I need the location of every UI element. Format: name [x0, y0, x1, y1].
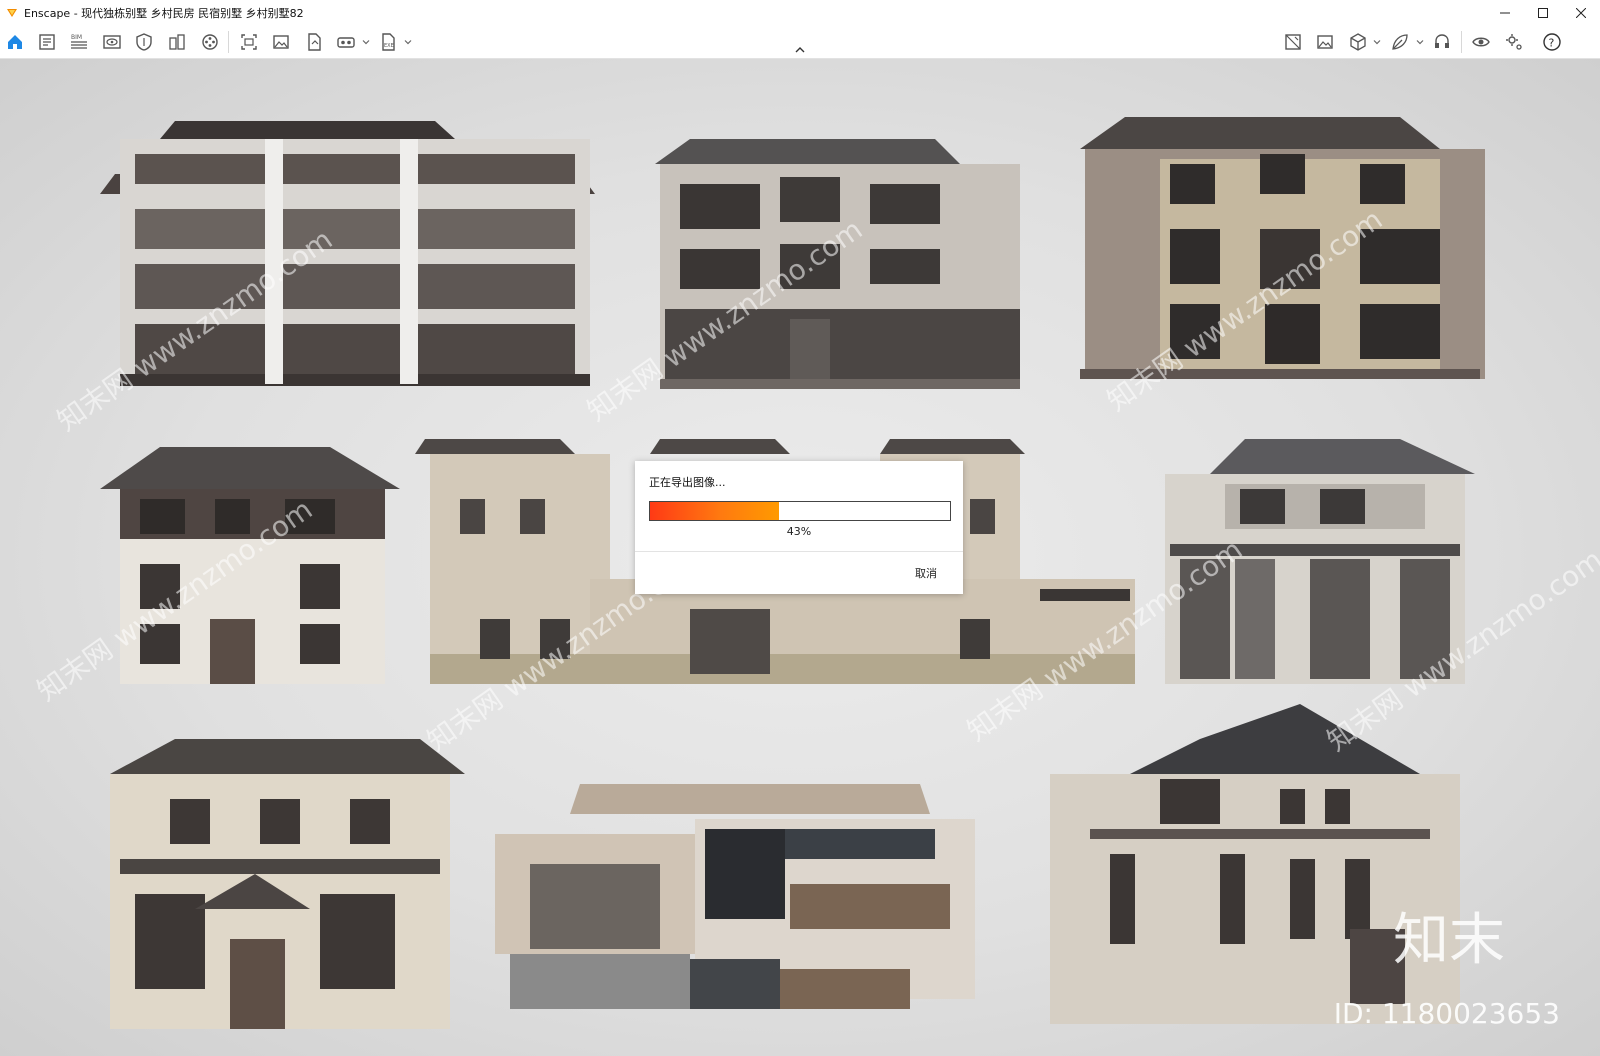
title-bar: Enscape - 现代独栋别墅 乡村民房 民宿别墅 乡村别墅82	[0, 0, 1600, 25]
maximize-icon	[1538, 7, 1548, 18]
buildings-button[interactable]	[166, 31, 188, 53]
window-controls	[1486, 0, 1600, 25]
svg-text:?: ?	[1549, 37, 1555, 50]
views-button[interactable]	[101, 31, 123, 53]
material-editor-button[interactable]	[1389, 31, 1411, 53]
bim-button[interactable]: BIM	[68, 31, 90, 53]
svg-text:BIM: BIM	[71, 34, 82, 41]
visibility-button[interactable]	[1470, 31, 1492, 53]
image-id: ID: 1180023653	[1333, 997, 1560, 1030]
asset-library-button[interactable]	[1282, 31, 1304, 53]
dialog-title: 正在导出图像...	[649, 476, 726, 489]
export-progress-dialog: 正在导出图像... 43% 取消	[635, 461, 963, 594]
image-icon	[273, 35, 289, 49]
video-editor-button[interactable]	[199, 31, 221, 53]
cube-icon	[1350, 33, 1366, 51]
export-file-icon	[308, 33, 321, 51]
help-icon: ?	[1543, 33, 1561, 51]
atmosphere-button[interactable]	[1314, 31, 1336, 53]
eye-view-icon	[103, 35, 121, 49]
vr-headset-icon	[337, 37, 355, 48]
shield-icon	[136, 33, 152, 51]
toolbar-separator	[228, 31, 229, 53]
chevron-down-icon[interactable]	[1373, 38, 1381, 46]
help-button[interactable]: ?	[1541, 31, 1563, 53]
brand-logo: 知末	[1393, 908, 1505, 973]
film-reel-icon	[202, 34, 218, 50]
exe-export-icon: EXE	[382, 33, 395, 51]
window-title: Enscape - 现代独栋别墅 乡村民房 民宿别墅 乡村别墅82	[24, 6, 304, 20]
vr-button[interactable]	[335, 31, 357, 53]
minimize-button[interactable]	[1486, 0, 1524, 25]
svg-text:EXE: EXE	[384, 43, 394, 49]
chevron-down-icon[interactable]	[404, 38, 412, 46]
progress-bar	[649, 501, 951, 521]
minimize-icon	[1500, 12, 1510, 13]
exe-export-button[interactable]: EXE	[377, 31, 399, 53]
leaf-icon	[1392, 34, 1408, 50]
export-file-button[interactable]	[303, 31, 325, 53]
home-button[interactable]	[4, 31, 26, 53]
buildings-icon	[169, 34, 185, 50]
dialog-divider	[635, 551, 963, 552]
toolbar-separator	[1461, 31, 1462, 53]
progress-percent: 43%	[786, 525, 812, 538]
batch-render-button[interactable]	[270, 31, 292, 53]
chevron-down-icon[interactable]	[362, 38, 370, 46]
headset-icon	[1435, 34, 1449, 48]
screenshot-button[interactable]	[238, 31, 260, 53]
settings-icon	[1506, 34, 1522, 50]
safe-frame-button[interactable]	[133, 31, 155, 53]
cancel-button[interactable]: 取消	[915, 565, 937, 581]
screenshot-icon	[241, 34, 257, 50]
enscape-logo-icon	[7, 8, 17, 17]
settings-button[interactable]	[1503, 31, 1525, 53]
document-button[interactable]	[36, 31, 58, 53]
close-icon	[1576, 7, 1586, 18]
chevron-down-icon[interactable]	[1416, 38, 1424, 46]
bim-icon: BIM	[71, 34, 87, 49]
collapse-toolbar-icon[interactable]	[793, 45, 807, 55]
picture-icon	[1317, 35, 1333, 49]
materials-button[interactable]	[1347, 31, 1369, 53]
collaboration-button[interactable]	[1431, 31, 1453, 53]
document-icon	[39, 34, 55, 50]
visibility-icon	[1472, 37, 1490, 47]
asset-library-icon	[1285, 34, 1301, 50]
maximize-button[interactable]	[1524, 0, 1562, 25]
progress-bar-fill	[650, 502, 779, 520]
home-icon	[8, 35, 22, 49]
close-button[interactable]	[1562, 0, 1600, 25]
